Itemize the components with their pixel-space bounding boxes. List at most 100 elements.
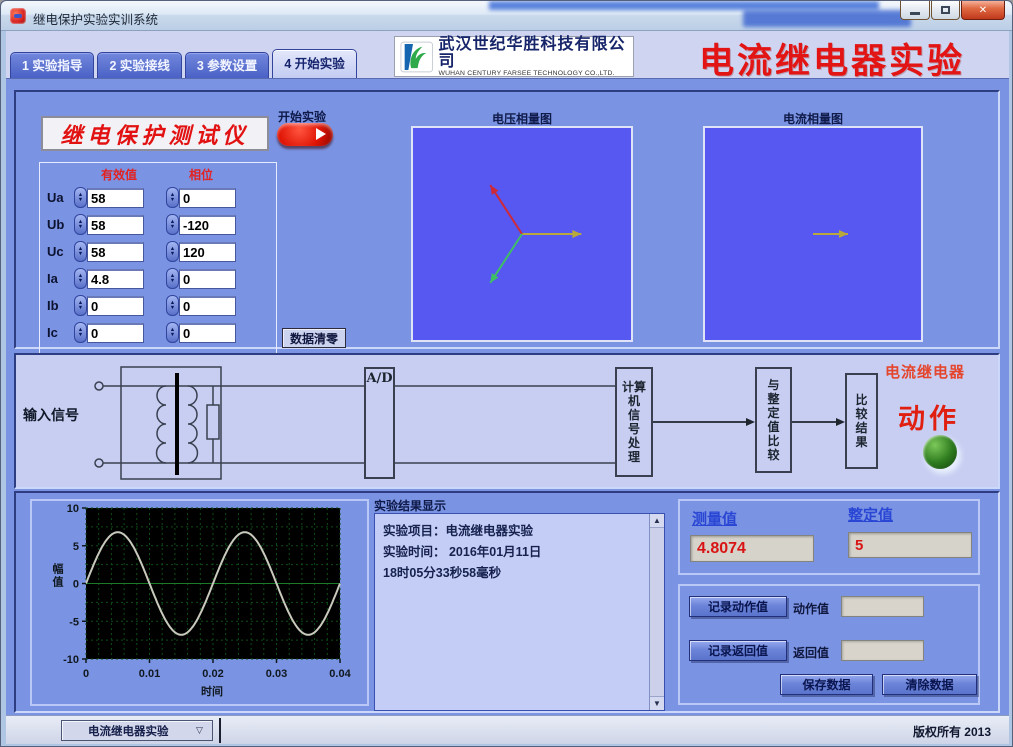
compare-with-setting-box: 与 整 定 值 比 较 [755, 367, 792, 473]
experiment-select-dropdown[interactable]: 电流继电器实验 ▽ [61, 720, 213, 741]
phase-input-Uc[interactable] [179, 242, 236, 262]
svg-text:0.03: 0.03 [266, 668, 287, 680]
tab-1[interactable]: 1 实验指导 [10, 52, 94, 78]
scroll-up-icon[interactable]: ▲ [650, 514, 664, 528]
tab-4[interactable]: 4 开始实验 [272, 49, 356, 78]
waveform-chart: 1050-5-1000.010.020.030.04 [32, 501, 367, 704]
results-section: 1050-5-1000.010.020.030.04 幅值 时间 实验结果显示 … [14, 491, 1000, 713]
close-icon: ✕ [979, 5, 987, 16]
minimize-icon [910, 12, 920, 15]
parameter-row-Ub: Ub▲▼▲▼ [47, 211, 273, 238]
svg-text:0: 0 [73, 579, 79, 591]
action-label: 动作 [898, 397, 960, 436]
svg-text:0.01: 0.01 [139, 668, 160, 680]
rms-input-Uc[interactable] [87, 242, 144, 262]
channel-label-Uc: Uc [47, 244, 74, 259]
dropdown-arrow-icon: ▽ [196, 725, 212, 736]
rms-input-Ib[interactable] [87, 296, 144, 316]
phase-spinner-Ua[interactable]: ▲▼ [166, 187, 179, 208]
tab-bar: 1 实验指导2 实验接线3 参数设置4 开始实验 [10, 49, 357, 78]
channel-label-Ib: Ib [47, 298, 74, 313]
record-return-value-button[interactable]: 记录返回值 [689, 640, 787, 661]
results-line: 实验时间： 2016年01月11日 [383, 542, 644, 563]
phase-spinner-Ia[interactable]: ▲▼ [166, 268, 179, 289]
parameter-row-Ic: Ic▲▼▲▼ [47, 319, 273, 346]
measured-value-panel: 测量值 4.8074 整定值 5 [678, 499, 980, 575]
signal-flow-section: 输入信号 A/D 计算机 信 号 处 理 与 整 定 值 比 较 比 较 结 果… [14, 353, 1000, 489]
current-phasor-diagram [703, 126, 923, 342]
phase-spinner-Uc[interactable]: ▲▼ [166, 241, 179, 262]
maximize-button[interactable] [931, 1, 960, 20]
results-textbox[interactable]: 实验项目：电流继电器实验实验时间： 2016年01月11日18时05分33秒58… [374, 513, 665, 711]
company-logo: 武汉世纪华胜科技有限公司 WUHAN CENTURY FARSEE TECHNO… [394, 36, 634, 77]
tab-2[interactable]: 2 实验接线 [97, 52, 181, 78]
window-title: 继电保护实验实训系统 [33, 9, 158, 28]
parameter-row-Ua: Ua▲▼▲▼ [47, 184, 273, 211]
results-line: 18时05分33秒58毫秒 [383, 563, 644, 584]
clear-data-button[interactable]: 清除数据 [882, 674, 977, 695]
close-button[interactable]: ✕ [961, 1, 1005, 20]
rms-spinner-Ia[interactable]: ▲▼ [74, 268, 87, 289]
circuit-wires [16, 355, 876, 487]
minimize-button[interactable] [900, 1, 930, 20]
rms-input-Ia[interactable] [87, 269, 144, 289]
record-action-value-button[interactable]: 记录动作值 [689, 596, 787, 617]
svg-text:5: 5 [73, 541, 79, 553]
results-display-title: 实验结果显示 [374, 497, 446, 514]
start-experiment-toggle[interactable] [277, 123, 333, 146]
rms-spinner-Ua[interactable]: ▲▼ [74, 187, 87, 208]
tester-section: 继电保护测试仪 开始实验 有效值 相位 Ua▲▼▲▼Ub▲▼▲▼Uc▲▼▲▼Ia… [14, 90, 1000, 349]
tab-3[interactable]: 3 参数设置 [185, 52, 269, 78]
data-clear-zero-button[interactable]: 数据清零 [282, 328, 346, 348]
action-led-indicator [923, 435, 957, 469]
phase-input-Ib[interactable] [179, 296, 236, 316]
phase-input-Ia[interactable] [179, 269, 236, 289]
logo-company-name-cn: 武汉世纪华胜科技有限公司 [438, 36, 628, 70]
phase-column-header: 相位 [189, 166, 213, 183]
current-phasor-title: 电流相量图 [703, 110, 923, 127]
dropdown-value: 电流继电器实验 [62, 723, 196, 739]
current-relay-label: 电流继电器 [885, 361, 965, 382]
column-headers: 有效值 相位 [39, 166, 277, 183]
phase-spinner-Ic[interactable]: ▲▼ [166, 322, 179, 343]
waveform-chart-panel: 1050-5-1000.010.020.030.04 幅值 时间 [30, 499, 369, 706]
results-text: 实验项目：电流继电器实验实验时间： 2016年01月11日18时05分33秒58… [375, 514, 648, 710]
svg-text:0.04: 0.04 [329, 668, 351, 680]
app-window: 继电保护实验实训系统 ✕ 1 实验指导2 实验接线3 参数设置4 开始实验 武汉… [0, 0, 1013, 747]
tester-device-title: 继电保护测试仪 [41, 116, 269, 151]
return-value-field [841, 640, 924, 661]
phase-input-Ub[interactable] [179, 215, 236, 235]
play-icon [316, 128, 326, 140]
copyright-text: 版权所有 2013 [913, 723, 991, 740]
rms-spinner-Ic[interactable]: ▲▼ [74, 322, 87, 343]
channel-label-Ua: Ua [47, 190, 74, 205]
save-data-button[interactable]: 保存数据 [780, 674, 873, 695]
setting-value-label: 整定值 [848, 504, 893, 525]
footer-bar: 电流继电器实验 ▽ 版权所有 2013 [6, 715, 1009, 744]
parameter-row-Ib: Ib▲▼▲▼ [47, 292, 273, 319]
input-signal-label: 输入信号 [23, 405, 79, 425]
phase-spinner-Ub[interactable]: ▲▼ [166, 214, 179, 235]
scroll-down-icon[interactable]: ▼ [650, 696, 664, 710]
svg-text:10: 10 [67, 503, 79, 515]
maximize-icon [941, 6, 950, 14]
rms-spinner-Uc[interactable]: ▲▼ [74, 241, 87, 262]
rms-input-Ub[interactable] [87, 215, 144, 235]
parameter-row-Ia: Ia▲▼▲▼ [47, 265, 273, 292]
rms-spinner-Ib[interactable]: ▲▼ [74, 295, 87, 316]
svg-text:0: 0 [83, 668, 89, 680]
channel-label-Ia: Ia [47, 271, 74, 286]
rms-input-Ic[interactable] [87, 323, 144, 343]
results-scrollbar[interactable]: ▲ ▼ [649, 514, 664, 710]
rms-input-Ua[interactable] [87, 188, 144, 208]
title-bar: 继电保护实验实训系统 ✕ [1, 1, 1012, 31]
measured-value-label: 测量值 [692, 508, 737, 529]
logo-company-name-en: WUHAN CENTURY FARSEE TECHNOLOGY CO.,LTD. [438, 70, 628, 77]
phase-spinner-Ib[interactable]: ▲▼ [166, 295, 179, 316]
header-strip: 1 实验指导2 实验接线3 参数设置4 开始实验 武汉世纪华胜科技有限公司 WU… [6, 31, 1009, 79]
phase-input-Ic[interactable] [179, 323, 236, 343]
return-value-label: 返回值 [793, 644, 829, 661]
phase-input-Ua[interactable] [179, 188, 236, 208]
rms-spinner-Ub[interactable]: ▲▼ [74, 214, 87, 235]
background-window-peek [489, 1, 879, 10]
